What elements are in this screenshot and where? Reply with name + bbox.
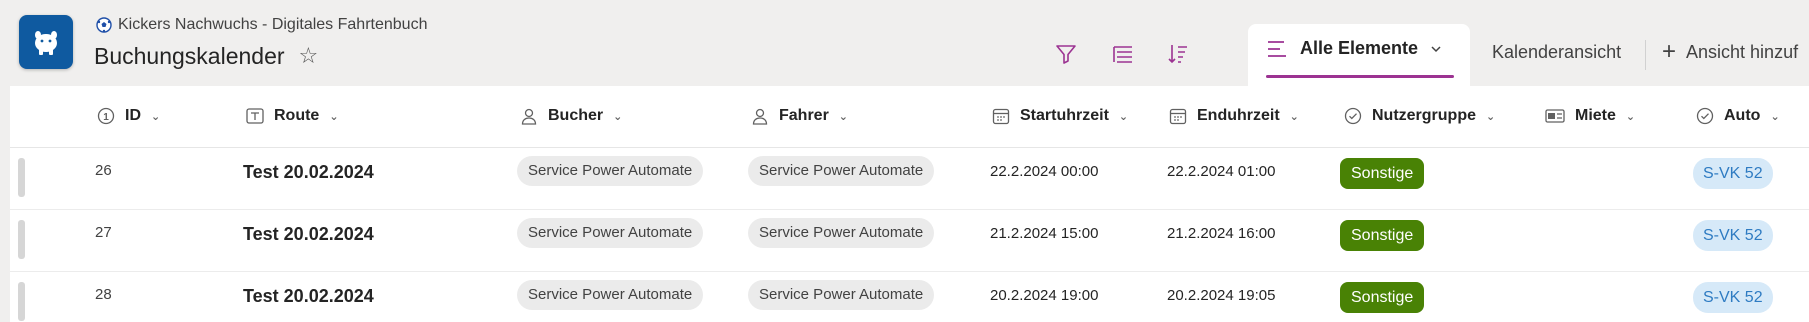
column-header-fahrer[interactable]: Fahrer ⌄ bbox=[751, 107, 848, 125]
column-header-route[interactable]: Route ⌄ bbox=[246, 107, 339, 125]
chevron-down-icon: ⌄ bbox=[1118, 110, 1129, 123]
column-header-row: 1 ID ⌄ Route ⌄ Bucher ⌄ Fahrer ⌄ Startuh… bbox=[10, 86, 1809, 148]
row-select-handle[interactable] bbox=[18, 158, 25, 197]
column-header-startuhrzeit[interactable]: Startuhrzeit ⌄ bbox=[992, 107, 1128, 125]
add-view-label: Ansicht hinzuf bbox=[1686, 41, 1799, 62]
group-by-icon[interactable] bbox=[1109, 40, 1137, 68]
column-header-label: Miete bbox=[1575, 107, 1616, 124]
persona-chip-fahrer[interactable]: Service Power Automate bbox=[748, 218, 935, 248]
chevron-down-icon: ⌄ bbox=[329, 110, 339, 123]
cell-start-time: 20.2.2024 19:00 bbox=[990, 287, 1099, 304]
cell-route[interactable]: Test 20.02.2024 bbox=[243, 224, 374, 245]
status-badge-nutzergruppe: Sonstige bbox=[1340, 282, 1425, 313]
calendar-icon bbox=[992, 108, 1010, 125]
site-breadcrumb[interactable]: Kickers Nachwuchs - Digitales Fahrtenbuc… bbox=[96, 15, 427, 35]
chevron-down-icon: ⌄ bbox=[1486, 110, 1496, 123]
cell-id: 26 bbox=[95, 162, 112, 179]
filter-icon[interactable] bbox=[1052, 40, 1080, 68]
persona-chip-bucher[interactable]: Service Power Automate bbox=[517, 280, 704, 310]
status-badge-nutzergruppe: Sonstige bbox=[1340, 220, 1425, 251]
cell-id: 27 bbox=[95, 224, 112, 241]
choice-badge-auto: S-VK 52 bbox=[1693, 220, 1773, 251]
column-header-id[interactable]: 1 ID ⌄ bbox=[97, 107, 160, 125]
chevron-down-icon: ⌄ bbox=[838, 110, 849, 123]
column-header-enduhrzeit[interactable]: Enduhrzeit ⌄ bbox=[1169, 107, 1299, 125]
column-header-miete[interactable]: Miete ⌄ bbox=[1545, 107, 1635, 125]
cell-end-time: 22.2.2024 01:00 bbox=[1167, 163, 1276, 180]
cell-id: 28 bbox=[95, 286, 112, 303]
column-header-label: Enduhrzeit bbox=[1197, 107, 1280, 124]
column-header-label: Startuhrzeit bbox=[1020, 107, 1109, 124]
chevron-down-icon: ⌄ bbox=[1625, 110, 1636, 123]
persona-chip-fahrer[interactable]: Service Power Automate bbox=[748, 280, 935, 310]
text-icon bbox=[246, 108, 264, 124]
cell-end-time: 21.2.2024 16:00 bbox=[1167, 225, 1276, 242]
svg-text:1: 1 bbox=[103, 112, 109, 123]
page-title: Buchungskalender bbox=[94, 42, 285, 69]
persona-chip-fahrer[interactable]: Service Power Automate bbox=[748, 156, 935, 186]
column-header-label: Auto bbox=[1724, 107, 1761, 124]
status-badge-nutzergruppe: Sonstige bbox=[1340, 158, 1425, 189]
list-view-icon bbox=[1268, 40, 1286, 57]
chevron-down-icon: ⌄ bbox=[613, 110, 623, 123]
column-header-label: Route bbox=[274, 107, 320, 124]
piggy-bank-icon bbox=[35, 31, 57, 55]
sort-icon[interactable] bbox=[1164, 40, 1192, 68]
person-icon bbox=[752, 108, 768, 125]
add-view-button[interactable]: + Ansicht hinzuf bbox=[1662, 40, 1798, 64]
soccer-ball-icon bbox=[96, 17, 112, 33]
cell-start-time: 21.2.2024 15:00 bbox=[990, 225, 1099, 242]
table-row[interactable]: 26 Test 20.02.2024 Service Power Automat… bbox=[10, 148, 1809, 210]
chevron-down-icon: ⌄ bbox=[1770, 110, 1780, 123]
cell-start-time: 22.2.2024 00:00 bbox=[990, 163, 1099, 180]
choice-badge-auto: S-VK 52 bbox=[1693, 282, 1773, 313]
tab-all-items-label: Alle Elemente bbox=[1300, 38, 1419, 58]
chevron-down-icon: ⌄ bbox=[151, 110, 161, 123]
tab-all-items[interactable]: Alle Elemente bbox=[1248, 24, 1470, 86]
plus-icon: + bbox=[1662, 38, 1677, 65]
column-header-label: Fahrer bbox=[779, 107, 829, 124]
cell-end-time: 20.2.2024 19:05 bbox=[1167, 287, 1276, 304]
favorite-star-icon[interactable]: ☆ bbox=[299, 45, 319, 67]
list-view: 1 ID ⌄ Route ⌄ Bucher ⌄ Fahrer ⌄ Startuh… bbox=[10, 86, 1809, 322]
tab-calendar-view[interactable]: Kalenderansicht bbox=[1492, 42, 1621, 63]
column-header-label: Nutzergruppe bbox=[1372, 107, 1476, 124]
column-header-label: ID bbox=[125, 107, 141, 124]
person-icon bbox=[521, 108, 537, 125]
table-row[interactable]: 28 Test 20.02.2024 Service Power Automat… bbox=[10, 272, 1809, 322]
chevron-down-icon: ⌄ bbox=[1289, 110, 1299, 123]
row-select-handle[interactable] bbox=[18, 220, 25, 259]
table-row[interactable]: 27 Test 20.02.2024 Service Power Automat… bbox=[10, 210, 1809, 272]
choice-icon bbox=[1344, 107, 1362, 125]
persona-chip-bucher[interactable]: Service Power Automate bbox=[517, 156, 704, 186]
site-name[interactable]: Kickers Nachwuchs - Digitales Fahrtenbuc… bbox=[118, 16, 427, 34]
column-header-bucher[interactable]: Bucher ⌄ bbox=[520, 107, 622, 125]
currency-icon bbox=[1545, 109, 1565, 123]
cell-route[interactable]: Test 20.02.2024 bbox=[243, 286, 374, 307]
number-icon: 1 bbox=[97, 107, 115, 125]
active-tab-indicator bbox=[1266, 75, 1454, 78]
choice-badge-auto: S-VK 52 bbox=[1693, 158, 1773, 189]
app-logo[interactable] bbox=[19, 15, 73, 69]
row-select-handle[interactable] bbox=[18, 282, 25, 321]
tab-divider bbox=[1645, 40, 1646, 70]
column-header-nutzergruppe[interactable]: Nutzergruppe ⌄ bbox=[1344, 107, 1495, 125]
calendar-icon bbox=[1169, 108, 1187, 125]
persona-chip-bucher[interactable]: Service Power Automate bbox=[517, 218, 704, 248]
cell-route[interactable]: Test 20.02.2024 bbox=[243, 162, 374, 183]
column-header-auto[interactable]: Auto ⌄ bbox=[1696, 107, 1780, 125]
column-header-label: Bucher bbox=[548, 107, 604, 124]
chevron-down-icon[interactable] bbox=[1430, 43, 1442, 55]
choice-icon bbox=[1696, 107, 1714, 125]
